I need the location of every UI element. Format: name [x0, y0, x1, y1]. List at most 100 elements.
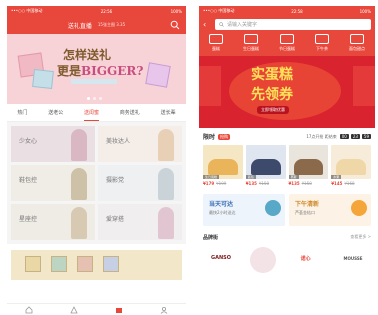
flash-sale-header: 限时 抢购 17点开抢 距结束 00 23 59: [203, 132, 371, 141]
toy-block-image: [103, 256, 119, 272]
timer-minutes: 23: [350, 134, 360, 139]
product-list: 生日蛋糕 ¥179 ¥199 蓝莓 ¥135 ¥158 慕斯 ¥135 ¥158 水果…: [203, 145, 371, 186]
category-tea[interactable]: 下午茶: [315, 34, 329, 52]
view-more-link[interactable]: 查看更多 >: [350, 234, 371, 241]
profile-icon[interactable]: [160, 306, 168, 314]
product-image: 水果: [331, 145, 371, 179]
category-icon[interactable]: [70, 305, 78, 314]
ad-card[interactable]: 下午清新 芦荟金桔口: [289, 194, 371, 226]
category-label: 生日蛋糕: [243, 46, 259, 51]
battery-label: 100%: [359, 8, 371, 14]
product-image: 蓝莓: [245, 145, 286, 179]
flash-label: 限时: [203, 134, 216, 141]
home-icon[interactable]: [25, 305, 33, 314]
gift-icon[interactable]: [115, 306, 123, 314]
banner-line2-a: 更是: [57, 64, 82, 78]
promo-strip[interactable]: [11, 250, 182, 280]
grid-card[interactable]: 星座控: [11, 204, 95, 240]
grid-card[interactable]: 美妆达人: [98, 126, 182, 162]
tab-husband[interactable]: 送老公: [48, 105, 63, 120]
coupon-banner[interactable]: 实蛋糕 先领券 立即领取优惠: [199, 56, 375, 128]
battery-label: 100%: [170, 8, 182, 14]
brand-logos: GANSO 诺心 MOUSSE: [203, 247, 371, 273]
promo-banner[interactable]: 怎样送礼 更是BIGGER?: [7, 34, 186, 104]
category-festival[interactable]: 节日蛋糕: [279, 34, 295, 52]
banner-line2-b: BIGGER?: [81, 64, 144, 78]
birthday-cake-icon: [244, 34, 258, 44]
model-image: [158, 207, 174, 239]
grid-card[interactable]: 摄影党: [98, 165, 182, 201]
flash-info: 17点开抢 距结束: [306, 133, 337, 139]
category-label: 蛋糕: [212, 46, 220, 51]
status-bar: •••○○ 中国移动 22:56 100%: [7, 6, 186, 16]
tab-bestie[interactable]: 送闺蜜: [83, 105, 99, 121]
banner-line1: 实蛋糕: [251, 67, 293, 83]
product-tag: 慕斯: [288, 175, 299, 179]
countdown-timer: 00 23 59: [339, 134, 371, 139]
model-image: [71, 207, 87, 239]
model-image: [158, 168, 174, 200]
grid-card[interactable]: 鞋包控: [11, 165, 95, 201]
price-now: ¥135: [245, 181, 257, 186]
price-now: ¥179: [203, 181, 215, 186]
grid-card-label: 摄影党: [106, 177, 125, 184]
price-old: ¥158: [258, 181, 270, 186]
status-bar: •••○○ 中国移动 22:58 100%: [199, 6, 375, 16]
brand-logo-nuoxin[interactable]: 诺心: [288, 247, 324, 269]
dot: [93, 97, 96, 100]
category-cake[interactable]: 蛋糕: [209, 34, 223, 52]
category-label: 下午茶: [316, 46, 328, 51]
model-image: [71, 168, 87, 200]
right-header-area: •••○○ 中国移动 22:58 100% ‹ 请输入关键字 蛋糕 生日蛋糕 节…: [199, 6, 375, 56]
tab-elders[interactable]: 送长辈: [161, 105, 176, 120]
tab-business[interactable]: 商务送礼: [120, 105, 140, 120]
search-placeholder: 请输入关键字: [227, 21, 258, 28]
price-old: ¥158: [301, 181, 312, 186]
banner-line1: 怎样送礼: [63, 48, 112, 62]
brand-header: 品牌街 查看更多 >: [203, 234, 371, 241]
grid-card-label: 鞋包控: [19, 177, 38, 184]
claim-coupon-button[interactable]: 立即领取优惠: [257, 106, 289, 114]
ad-card[interactable]: 当天可达 最快2小时送达: [203, 194, 285, 226]
carousel-dots: [87, 97, 102, 100]
product-card[interactable]: 慕斯 ¥135 ¥158: [288, 145, 329, 186]
banner-line2: 先领券: [251, 87, 293, 103]
back-icon[interactable]: ‹: [203, 20, 211, 29]
grid-card-label: 爱穿搭: [106, 216, 125, 223]
product-price: ¥179 ¥199: [203, 181, 243, 186]
grid-card[interactable]: 爱穿搭: [98, 204, 182, 240]
right-screen: •••○○ 中国移动 22:58 100% ‹ 请输入关键字 蛋糕 生日蛋糕 节…: [199, 6, 375, 315]
ad-image: [351, 200, 367, 216]
timer-hours: 00: [339, 134, 349, 139]
product-card[interactable]: 生日蛋糕 ¥179 ¥199: [203, 145, 243, 186]
ad-row: 当天可达 最快2小时送达 下午清新 芦荟金桔口: [199, 186, 375, 226]
category-birthday[interactable]: 生日蛋糕: [243, 34, 259, 52]
persona-grid: 少女心 美妆达人 鞋包控 摄影党 星座控 爱穿搭: [7, 122, 186, 244]
search-icon[interactable]: [170, 20, 180, 30]
product-card[interactable]: 水果 ¥145 ¥168: [331, 145, 371, 186]
category-bread[interactable]: 面包甜点: [349, 34, 365, 52]
product-image: 生日蛋糕: [203, 145, 243, 179]
gift-box-image: [32, 69, 54, 89]
product-tag: 水果: [331, 175, 342, 179]
brand-logo-circle[interactable]: [250, 247, 277, 273]
price-now: ¥145: [331, 181, 343, 186]
search-input[interactable]: 请输入关键字: [215, 18, 371, 30]
model-image: [71, 129, 87, 161]
brand-street: 品牌街 查看更多 > GANSO 诺心 MOUSSE: [199, 226, 375, 273]
brand-logo-ganso[interactable]: GANSO: [203, 247, 239, 269]
category-label: 面包甜点: [349, 46, 365, 51]
dot: [99, 97, 102, 100]
grid-card-label: 星座控: [19, 216, 38, 223]
tab-hot[interactable]: 热门: [17, 105, 27, 120]
flash-badge: 抢购: [218, 133, 231, 140]
time-label: 22:56: [100, 8, 113, 14]
product-price: ¥135 ¥158: [246, 181, 286, 186]
grid-card[interactable]: 少女心: [11, 126, 95, 162]
product-card[interactable]: 蓝莓 ¥135 ¥158: [245, 145, 286, 186]
brand-logo-mousse[interactable]: MOUSSE: [335, 247, 371, 269]
time-label: 22:58: [291, 8, 303, 14]
page-title: 送礼直播: [67, 22, 92, 30]
banner-decoration: [199, 66, 221, 106]
grid-card-label: 美妆达人: [106, 138, 131, 145]
